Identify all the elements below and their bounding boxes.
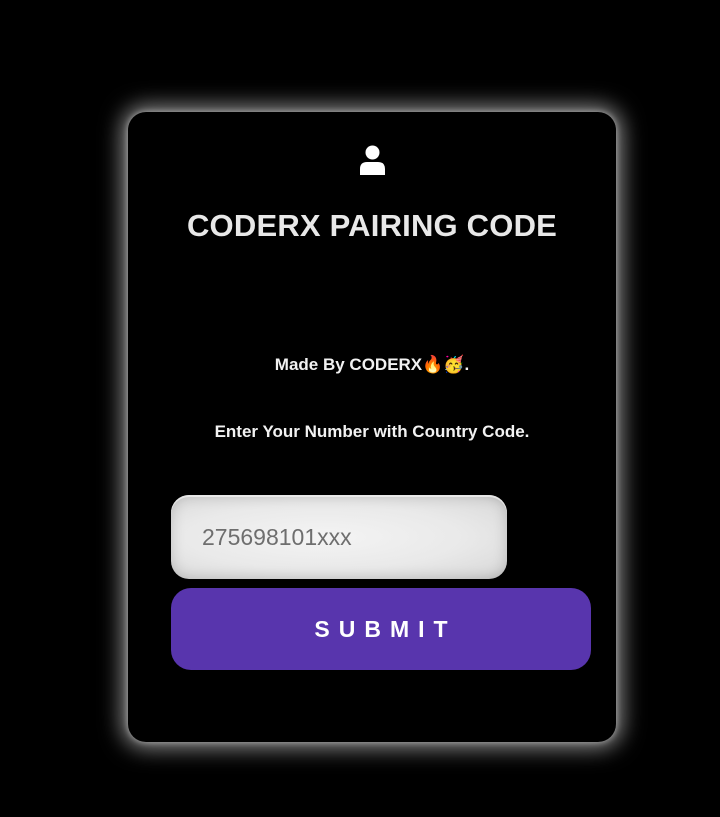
page-background: CODERX PAIRING CODE Made By CODERX🔥🥳. En…	[0, 0, 720, 817]
phone-number-input[interactable]	[171, 495, 507, 579]
user-icon	[359, 145, 386, 175]
pairing-card: CODERX PAIRING CODE Made By CODERX🔥🥳. En…	[128, 112, 616, 742]
submit-button[interactable]: SUBMIT	[171, 588, 591, 670]
made-by-text: Made By CODERX🔥🥳.	[274, 355, 470, 374]
page-title: CODERX PAIRING CODE	[186, 208, 558, 243]
instruction-text: Enter Your Number with Country Code.	[214, 422, 530, 441]
